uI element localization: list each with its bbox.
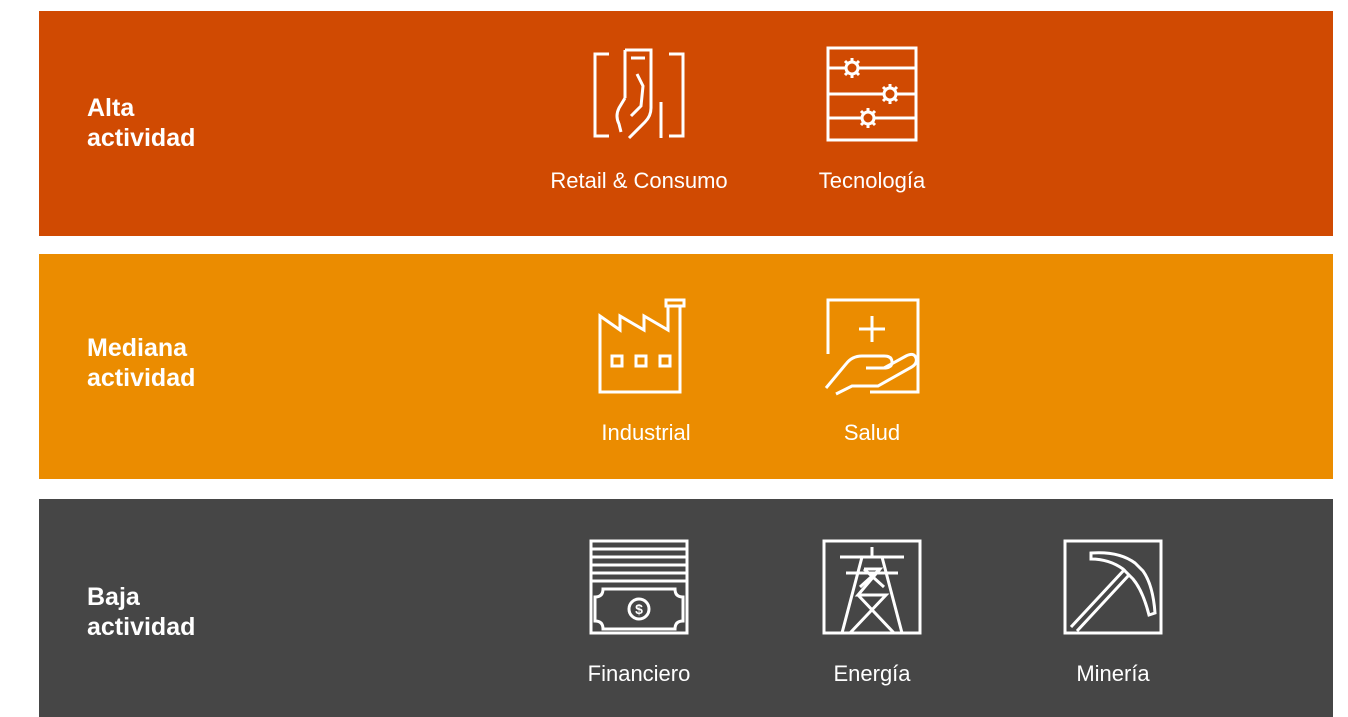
sector-tecnologia: Tecnología xyxy=(762,46,982,194)
hand-plus-icon xyxy=(822,298,922,398)
svg-text:$: $ xyxy=(635,601,643,617)
sector-label: Financiero xyxy=(587,661,691,686)
sector-mineria: Minería xyxy=(1003,539,1223,687)
sector-industrial: Industrial xyxy=(536,298,756,446)
sector-label: Tecnología xyxy=(818,168,926,193)
pickaxe-icon xyxy=(1063,539,1163,639)
power-tower-icon xyxy=(822,539,922,639)
sector-label: Retail & Consumo xyxy=(550,168,728,193)
band-alta-actividad: Alta actividad Retail & Consumo Tecnolog… xyxy=(39,11,1333,236)
band-title: Baja actividad xyxy=(87,583,196,641)
sector-label: Minería xyxy=(1076,661,1150,686)
band-title: Mediana actividad xyxy=(87,334,196,392)
band-baja-actividad: Baja actividad $ Financiero Energía Mine… xyxy=(39,499,1333,717)
sector-retail-consumo: Retail & Consumo xyxy=(529,46,749,194)
sector-energia: Energía xyxy=(762,539,982,687)
factory-icon xyxy=(596,298,696,398)
sector-label: Energía xyxy=(833,661,911,686)
gears-panel-icon xyxy=(822,46,922,146)
sector-label: Salud xyxy=(843,420,901,445)
band-title: Alta actividad xyxy=(87,94,196,152)
sector-label: Industrial xyxy=(601,420,691,445)
card-hand-icon xyxy=(589,46,689,146)
sector-financiero: $ Financiero xyxy=(529,539,749,687)
sector-salud: Salud xyxy=(762,298,982,446)
banknote-icon: $ xyxy=(589,539,689,639)
band-mediana-actividad: Mediana actividad Industrial Salud xyxy=(39,254,1333,479)
